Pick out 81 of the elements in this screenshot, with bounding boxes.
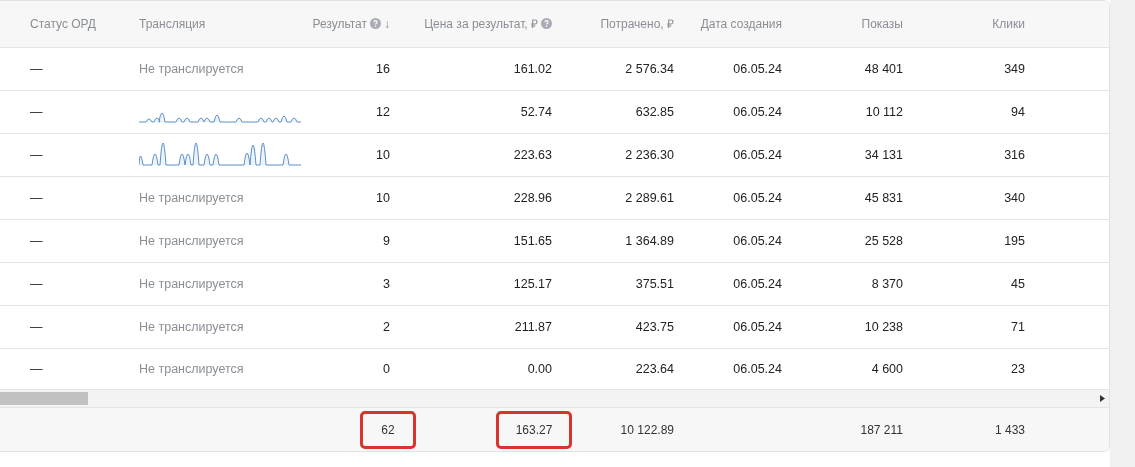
table-cell: — <box>30 147 43 162</box>
table-cell: Не транслируется <box>139 190 244 205</box>
total-cell: 10 122.89 <box>620 422 674 437</box>
table-cell: 10 <box>376 190 390 205</box>
table-cell: Не транслируется <box>139 61 244 76</box>
table-cell: 349 <box>1004 61 1025 76</box>
table-cell: 06.05.24 <box>733 276 782 291</box>
table-cell: 228.96 <box>513 190 552 205</box>
table-cell: — <box>30 319 43 334</box>
total-cell: 163.27 <box>515 422 553 437</box>
table-cell: — <box>30 233 43 248</box>
column-header[interactable]: Трансляция <box>139 16 206 31</box>
table-cell: 45 831 <box>864 190 903 205</box>
help-icon[interactable] <box>541 18 552 30</box>
table-cell: 2 289.61 <box>625 190 674 205</box>
table-cell: 195 <box>1004 233 1025 248</box>
table-cell: 223.63 <box>513 147 552 162</box>
total-cell: 62 <box>381 422 395 437</box>
table-cell: 2 <box>383 319 390 334</box>
table-cell: 10 <box>376 147 390 162</box>
table-cell: — <box>30 276 43 291</box>
column-header[interactable]: Цена за результат, ₽ <box>424 15 538 33</box>
table-cell: 375.51 <box>635 276 674 291</box>
table-cell: 1 364.89 <box>625 233 674 248</box>
table-cell: 316 <box>1004 147 1025 162</box>
table-cell: 06.05.24 <box>733 233 782 248</box>
table-cell: 340 <box>1004 190 1025 205</box>
scrollbar-thumb[interactable] <box>0 392 88 406</box>
column-header[interactable]: Потрачено, ₽ <box>600 15 674 33</box>
help-icon[interactable] <box>370 18 381 30</box>
table-cell: 12 <box>376 104 390 119</box>
table-cell: 223.64 <box>635 362 674 377</box>
column-header[interactable]: Показы <box>861 16 903 31</box>
table-cell: — <box>30 190 43 205</box>
table-cell: 161.02 <box>513 61 552 76</box>
table-cell: 34 131 <box>864 147 903 162</box>
table-cell: 0 <box>383 362 390 377</box>
table-cell: 06.05.24 <box>733 104 782 119</box>
sort-arrow[interactable]: ↓ <box>384 16 390 31</box>
table-cell: Не транслируется <box>139 319 244 334</box>
table-cell: 2 576.34 <box>625 61 674 76</box>
table-cell: 10 238 <box>864 319 903 334</box>
table-cell: 4 600 <box>871 362 903 377</box>
table-cell: 2 236.30 <box>625 147 674 162</box>
table-cell: 52.74 <box>520 104 552 119</box>
table-cell: 06.05.24 <box>733 147 782 162</box>
table-cell: Не транслируется <box>139 233 244 248</box>
column-header[interactable]: Статус ОРД <box>30 16 96 31</box>
table-cell: 125.17 <box>513 276 552 291</box>
table-cell: 3 <box>383 276 390 291</box>
table-cell: 9 <box>383 233 390 248</box>
column-header[interactable]: Клики <box>992 16 1025 31</box>
table-cell: 211.87 <box>514 319 552 334</box>
total-cell: 187 211 <box>860 422 903 437</box>
table-cell: 632.85 <box>635 104 674 119</box>
table-cell: 06.05.24 <box>733 362 782 377</box>
table-cell: — <box>30 362 43 377</box>
horizontal-scrollbar[interactable] <box>0 390 1109 409</box>
table-cell: 06.05.24 <box>733 61 782 76</box>
table-cell: 06.05.24 <box>733 190 782 205</box>
table-cell: 94 <box>1011 104 1025 119</box>
table-cell: 45 <box>1011 276 1025 291</box>
table-cell: 16 <box>376 61 390 76</box>
table-cell: 0.00 <box>527 362 552 377</box>
table-cell: 25 528 <box>864 233 903 248</box>
table-cell: 8 370 <box>871 276 903 291</box>
table-cell: 151.65 <box>513 233 552 248</box>
total-cell: 1 433 <box>994 422 1025 437</box>
table-cell: 48 401 <box>864 61 903 76</box>
table-cell: 71 <box>1011 319 1025 334</box>
table-cell: 23 <box>1011 362 1025 377</box>
table-cell: Не транслируется <box>139 276 244 291</box>
table-cell: 423.75 <box>635 319 674 334</box>
table-cell: 06.05.24 <box>733 319 782 334</box>
table-cell: — <box>30 61 43 76</box>
column-header[interactable]: Результат <box>312 16 367 31</box>
table-cell: 10 112 <box>865 104 903 119</box>
table-cell: Не транслируется <box>139 362 244 377</box>
column-header[interactable]: Дата создания <box>700 16 782 31</box>
scroll-right-icon[interactable] <box>1100 395 1105 403</box>
table-cell: — <box>30 104 43 119</box>
